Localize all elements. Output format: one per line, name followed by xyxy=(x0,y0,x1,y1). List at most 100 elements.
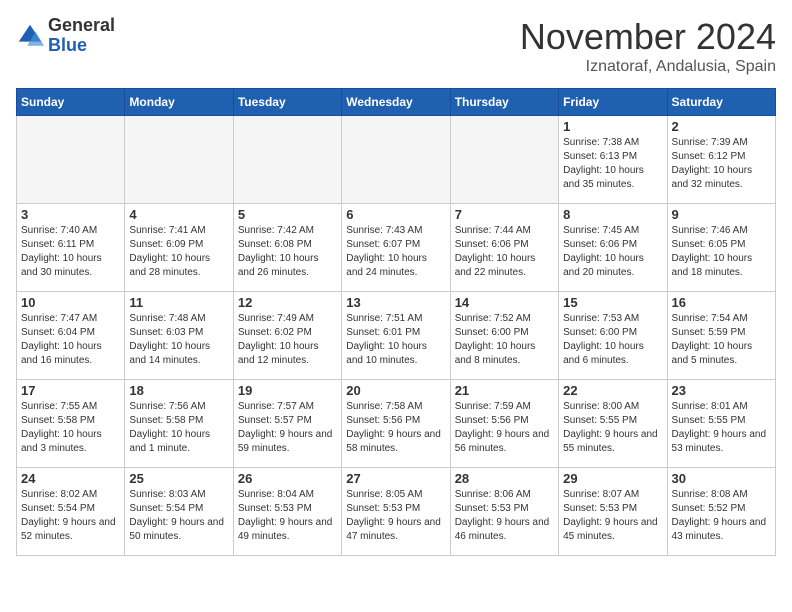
day-number: 8 xyxy=(563,207,662,222)
day-number: 27 xyxy=(346,471,445,486)
calendar-cell xyxy=(125,116,233,204)
day-info: Sunrise: 7:43 AM Sunset: 6:07 PM Dayligh… xyxy=(346,224,445,280)
calendar-cell xyxy=(17,116,125,204)
day-number: 12 xyxy=(238,295,337,310)
day-number: 5 xyxy=(238,207,337,222)
calendar-cell: 2 Sunrise: 7:39 AM Sunset: 6:12 PM Daylig… xyxy=(667,116,775,204)
calendar-cell: 14 Sunrise: 7:52 AM Sunset: 6:00 PM Dayli… xyxy=(450,292,558,380)
day-number: 21 xyxy=(455,383,554,398)
calendar-cell: 10 Sunrise: 7:47 AM Sunset: 6:04 PM Dayli… xyxy=(17,292,125,380)
weekday-header: Friday xyxy=(559,89,667,116)
day-number: 6 xyxy=(346,207,445,222)
day-info: Sunrise: 8:06 AM Sunset: 5:53 PM Dayligh… xyxy=(455,488,554,544)
calendar-week: 3 Sunrise: 7:40 AM Sunset: 6:11 PM Daylig… xyxy=(17,204,776,292)
calendar-cell: 9Sunrise: 7:46 AM Sunset: 6:05 PM Daylig… xyxy=(667,204,775,292)
day-number: 20 xyxy=(346,383,445,398)
logo-general: General xyxy=(48,15,115,35)
day-info: Sunrise: 8:08 AM Sunset: 5:52 PM Dayligh… xyxy=(672,488,771,544)
calendar-cell xyxy=(233,116,341,204)
day-info: Sunrise: 7:52 AM Sunset: 6:00 PM Dayligh… xyxy=(455,312,554,368)
day-info: Sunrise: 8:05 AM Sunset: 5:53 PM Dayligh… xyxy=(346,488,445,544)
month-title: November 2024 xyxy=(520,16,776,58)
day-info: Sunrise: 7:40 AM Sunset: 6:11 PM Dayligh… xyxy=(21,224,120,280)
day-number: 11 xyxy=(129,295,228,310)
logo-blue: Blue xyxy=(48,35,87,55)
day-number: 19 xyxy=(238,383,337,398)
weekday-header: Saturday xyxy=(667,89,775,116)
day-number: 2 xyxy=(672,119,771,134)
day-number: 4 xyxy=(129,207,228,222)
calendar-cell: 26Sunrise: 8:04 AM Sunset: 5:53 PM Dayli… xyxy=(233,468,341,556)
day-number: 16 xyxy=(672,295,771,310)
day-number: 14 xyxy=(455,295,554,310)
day-info: Sunrise: 7:44 AM Sunset: 6:06 PM Dayligh… xyxy=(455,224,554,280)
calendar-cell: 5Sunrise: 7:42 AM Sunset: 6:08 PM Daylig… xyxy=(233,204,341,292)
calendar-week: 10 Sunrise: 7:47 AM Sunset: 6:04 PM Dayli… xyxy=(17,292,776,380)
location-title: Iznatoraf, Andalusia, Spain xyxy=(520,58,776,76)
day-info: Sunrise: 7:45 AM Sunset: 6:06 PM Dayligh… xyxy=(563,224,662,280)
calendar-cell: 17 Sunrise: 7:55 AM Sunset: 5:58 PM Dayli… xyxy=(17,380,125,468)
calendar-cell: 29Sunrise: 8:07 AM Sunset: 5:53 PM Dayli… xyxy=(559,468,667,556)
logo-text: General Blue xyxy=(48,16,115,56)
day-number: 28 xyxy=(455,471,554,486)
calendar-cell: 11 Sunrise: 7:48 AM Sunset: 6:03 PM Dayli… xyxy=(125,292,233,380)
day-info: Sunrise: 7:51 AM Sunset: 6:01 PM Dayligh… xyxy=(346,312,445,368)
calendar-cell: 21 Sunrise: 7:59 AM Sunset: 5:56 PM Dayli… xyxy=(450,380,558,468)
logo-icon xyxy=(16,22,44,50)
day-info: Sunrise: 8:00 AM Sunset: 5:55 PM Dayligh… xyxy=(563,400,662,456)
calendar-cell: 6 Sunrise: 7:43 AM Sunset: 6:07 PM Daylig… xyxy=(342,204,450,292)
day-number: 23 xyxy=(672,383,771,398)
weekday-header: Thursday xyxy=(450,89,558,116)
calendar-header: SundayMondayTuesdayWednesdayThursdayFrid… xyxy=(17,89,776,116)
header: General Blue November 2024 Iznatoraf, An… xyxy=(16,16,776,76)
calendar-cell: 22 Sunrise: 8:00 AM Sunset: 5:55 PM Dayli… xyxy=(559,380,667,468)
calendar-cell xyxy=(342,116,450,204)
day-info: Sunrise: 7:56 AM Sunset: 5:58 PM Dayligh… xyxy=(129,400,228,456)
day-number: 22 xyxy=(563,383,662,398)
day-info: Sunrise: 8:02 AM Sunset: 5:54 PM Dayligh… xyxy=(21,488,120,544)
day-info: Sunrise: 7:48 AM Sunset: 6:03 PM Dayligh… xyxy=(129,312,228,368)
calendar-cell: 4 Sunrise: 7:41 AM Sunset: 6:09 PM Daylig… xyxy=(125,204,233,292)
calendar-cell: 18 Sunrise: 7:56 AM Sunset: 5:58 PM Dayli… xyxy=(125,380,233,468)
calendar-week: 24 Sunrise: 8:02 AM Sunset: 5:54 PM Dayli… xyxy=(17,468,776,556)
calendar-cell: 15 Sunrise: 7:53 AM Sunset: 6:00 PM Dayli… xyxy=(559,292,667,380)
calendar-cell: 16 Sunrise: 7:54 AM Sunset: 5:59 PM Dayli… xyxy=(667,292,775,380)
calendar-cell: 23 Sunrise: 8:01 AM Sunset: 5:55 PM Dayli… xyxy=(667,380,775,468)
day-number: 24 xyxy=(21,471,120,486)
day-number: 1 xyxy=(563,119,662,134)
calendar-week: 17 Sunrise: 7:55 AM Sunset: 5:58 PM Dayli… xyxy=(17,380,776,468)
day-number: 9 xyxy=(672,207,771,222)
day-info: Sunrise: 7:55 AM Sunset: 5:58 PM Dayligh… xyxy=(21,400,120,456)
day-info: Sunrise: 7:57 AM Sunset: 5:57 PM Dayligh… xyxy=(238,400,337,456)
logo: General Blue xyxy=(16,16,115,56)
weekday-header: Tuesday xyxy=(233,89,341,116)
calendar-cell: 13Sunrise: 7:51 AM Sunset: 6:01 PM Dayli… xyxy=(342,292,450,380)
day-number: 29 xyxy=(563,471,662,486)
day-info: Sunrise: 7:39 AM Sunset: 6:12 PM Dayligh… xyxy=(672,136,771,192)
calendar-cell: 1 Sunrise: 7:38 AM Sunset: 6:13 PM Daylig… xyxy=(559,116,667,204)
day-number: 18 xyxy=(129,383,228,398)
title-area: November 2024 Iznatoraf, Andalusia, Spai… xyxy=(520,16,776,76)
day-info: Sunrise: 8:01 AM Sunset: 5:55 PM Dayligh… xyxy=(672,400,771,456)
day-number: 3 xyxy=(21,207,120,222)
day-info: Sunrise: 7:47 AM Sunset: 6:04 PM Dayligh… xyxy=(21,312,120,368)
calendar-cell: 28 Sunrise: 8:06 AM Sunset: 5:53 PM Dayli… xyxy=(450,468,558,556)
calendar-cell: 8 Sunrise: 7:45 AM Sunset: 6:06 PM Daylig… xyxy=(559,204,667,292)
calendar-cell: 20Sunrise: 7:58 AM Sunset: 5:56 PM Dayli… xyxy=(342,380,450,468)
day-info: Sunrise: 7:41 AM Sunset: 6:09 PM Dayligh… xyxy=(129,224,228,280)
calendar-body: 1 Sunrise: 7:38 AM Sunset: 6:13 PM Daylig… xyxy=(17,116,776,556)
day-number: 30 xyxy=(672,471,771,486)
calendar-cell: 12Sunrise: 7:49 AM Sunset: 6:02 PM Dayli… xyxy=(233,292,341,380)
calendar-cell: 19 Sunrise: 7:57 AM Sunset: 5:57 PM Dayli… xyxy=(233,380,341,468)
day-number: 10 xyxy=(21,295,120,310)
calendar-table: SundayMondayTuesdayWednesdayThursdayFrid… xyxy=(16,88,776,556)
day-info: Sunrise: 7:54 AM Sunset: 5:59 PM Dayligh… xyxy=(672,312,771,368)
day-info: Sunrise: 7:53 AM Sunset: 6:00 PM Dayligh… xyxy=(563,312,662,368)
day-number: 17 xyxy=(21,383,120,398)
day-info: Sunrise: 7:59 AM Sunset: 5:56 PM Dayligh… xyxy=(455,400,554,456)
weekday-header: Monday xyxy=(125,89,233,116)
day-info: Sunrise: 7:38 AM Sunset: 6:13 PM Dayligh… xyxy=(563,136,662,192)
day-number: 15 xyxy=(563,295,662,310)
day-number: 26 xyxy=(238,471,337,486)
calendar-week: 1 Sunrise: 7:38 AM Sunset: 6:13 PM Daylig… xyxy=(17,116,776,204)
